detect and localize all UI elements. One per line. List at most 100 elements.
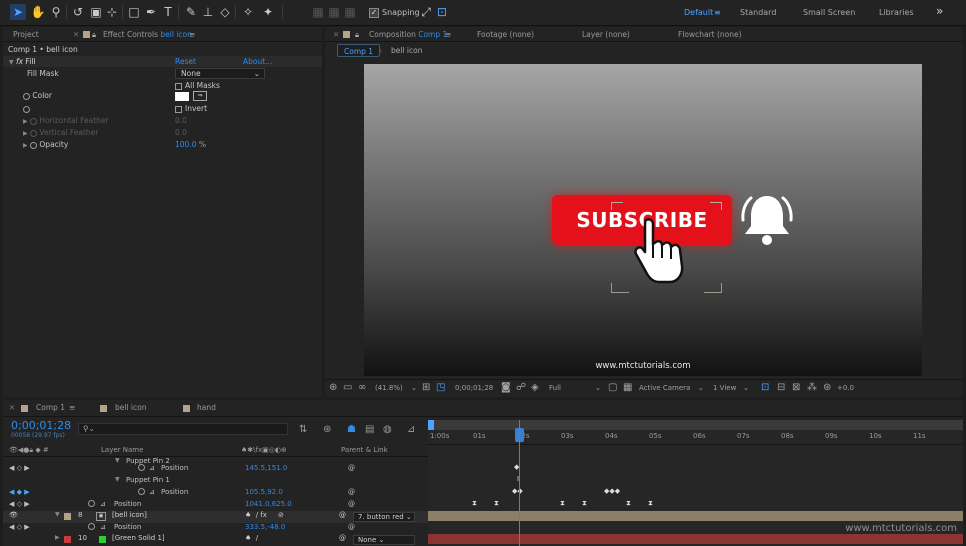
graph-icon[interactable]: ⊿ (100, 500, 106, 508)
mask-visibility-icon[interactable]: ◳ (436, 382, 445, 393)
axis-view-icon[interactable]: ▦ (342, 4, 358, 20)
workspace-overflow-icon[interactable]: » (936, 4, 943, 18)
keyframe-icon[interactable]: ⧗ (494, 499, 499, 508)
region-of-interest-icon[interactable]: ▢ (608, 382, 617, 393)
close-icon[interactable]: ✕ (333, 30, 339, 39)
panel-menu-icon[interactable]: ≡ (189, 30, 195, 39)
label-color-swatch[interactable] (64, 513, 71, 520)
tab-effect-controls[interactable]: Effect Controls bell icon (103, 30, 192, 39)
current-time-display[interactable]: 0;00;01;28 (455, 384, 493, 392)
graph-editor-icon[interactable]: ⊿ (407, 424, 415, 435)
pickwhip-icon[interactable]: @ (339, 534, 346, 542)
close-icon[interactable]: ✕ (73, 30, 79, 39)
position-value[interactable]: 1041.0,625.0 (245, 500, 292, 508)
bell-icon[interactable] (736, 190, 798, 252)
layer-switches-icon[interactable]: ♠ / (245, 534, 258, 542)
about-link[interactable]: About... (243, 57, 272, 66)
always-preview-icon[interactable]: ⊕ (329, 382, 337, 393)
workspace-default[interactable]: Default (684, 8, 713, 17)
toggle-pixel-aspect-icon[interactable]: ⊡ (761, 382, 769, 393)
timeline-search-input[interactable]: ⚲⌄ (78, 423, 288, 435)
eyedropper-icon[interactable]: ⇒ (193, 91, 207, 101)
layer-row[interactable]: ◀ ◇ ▶ ⊿ Position 145.5,151.0 @ (3, 464, 428, 476)
reset-link[interactable]: Reset (175, 57, 196, 66)
stopwatch-icon[interactable] (88, 523, 95, 530)
pickwhip-icon[interactable]: @ (339, 511, 346, 519)
workspace-menu-icon[interactable]: ≡ (714, 8, 721, 17)
camera-tool-icon[interactable]: ▣ (88, 4, 104, 20)
layer-row-bell-icon[interactable]: 👁︎ ▼ 8 ▣ [bell icon] ♠ / fx ⊘ @ 7. butto… (3, 511, 428, 523)
roto-brush-tool-icon[interactable]: ✧ (240, 4, 256, 20)
chevron-down-icon[interactable]: ⌄ (595, 384, 601, 392)
transparency-grid-icon[interactable]: ▦ (623, 382, 632, 393)
tab-footage[interactable]: Footage (none) (477, 30, 534, 39)
label-color-swatch[interactable] (64, 536, 71, 543)
pan-behind-tool-icon[interactable]: ⊹ (104, 4, 120, 20)
chevron-down-icon[interactable]: ⌄ (698, 384, 704, 392)
layer-breadcrumb[interactable]: bell icon (391, 46, 422, 55)
layer-name-header[interactable]: Layer Name (101, 446, 143, 454)
grid-icon[interactable]: ⊞ (422, 382, 430, 393)
lock-icon[interactable]: 🔒︎ (92, 30, 96, 40)
chevron-down-icon[interactable]: ⌄ (411, 384, 417, 392)
keyframe-icon[interactable]: ⧗ (472, 499, 477, 508)
eye-icon[interactable]: 👁︎ (9, 511, 18, 519)
tab-layer[interactable]: Layer (none) (582, 30, 630, 39)
workspace-standard[interactable]: Standard (740, 8, 776, 17)
playhead-line[interactable] (519, 420, 520, 546)
keyframe-icon[interactable]: ◆◆◆ (604, 487, 620, 495)
fill-effect-header[interactable]: ▼ fx Fill (9, 57, 36, 66)
pickwhip-icon[interactable]: @ (348, 500, 355, 508)
fill-mask-dropdown[interactable]: None ⌄ (175, 68, 265, 79)
puppet-pin-tool-icon[interactable]: ✦ (260, 4, 276, 20)
keyframe-nav-icon[interactable]: ◀ ◇ ▶ (9, 523, 30, 531)
type-tool-icon[interactable]: T (160, 4, 176, 20)
panel-menu-icon[interactable]: ≡ (69, 403, 75, 412)
graph-icon[interactable]: ⊿ (100, 523, 106, 531)
comp-breadcrumb-button[interactable]: Comp 1 (337, 44, 381, 57)
pickwhip-icon[interactable]: @ (348, 523, 355, 531)
keyframe-icon[interactable]: ⧗ (648, 499, 653, 508)
timeline-icon[interactable]: ⊠ (792, 382, 800, 393)
stopwatch-icon[interactable] (23, 105, 30, 113)
hand-tool-icon[interactable]: ✋ (30, 4, 46, 20)
keyframe-nav-icon[interactable]: ◀ ◇ ▶ (9, 500, 30, 508)
layer-switches-icon[interactable]: ♠ / fx ⊘ (245, 511, 284, 519)
keyframe-nav-icon[interactable]: ◀ ◇ ▶ (9, 464, 30, 472)
frame-blending-icon[interactable]: ▤ (365, 424, 374, 435)
clone-stamp-tool-icon[interactable]: ⊥ (200, 4, 216, 20)
tab-hand[interactable]: hand (197, 403, 216, 412)
layer-duration-bar[interactable] (428, 534, 963, 544)
keyframe-icon[interactable]: ⧗ (626, 499, 631, 508)
fast-previews-icon[interactable]: ⊟ (777, 382, 785, 393)
parent-link-header[interactable]: Parent & Link (341, 446, 388, 454)
layer-name[interactable]: [bell icon] (112, 511, 147, 519)
axis-local-icon[interactable]: ▦ (310, 4, 326, 20)
vertical-feather-value[interactable]: 0.0 (175, 128, 187, 137)
tab-bell-icon[interactable]: bell icon (115, 403, 146, 412)
graph-icon[interactable]: ⊿ (149, 464, 155, 472)
lock-icon[interactable]: 🔒︎ (355, 30, 359, 40)
camera-view-dropdown[interactable]: Active Camera (639, 384, 690, 392)
comp-mini-flowchart-icon[interactable]: ⇅ (299, 424, 307, 435)
opacity-value[interactable]: 100.0 % (175, 140, 206, 149)
fx-icon[interactable]: fx (16, 57, 23, 66)
tab-comp-1[interactable]: Comp 1 (36, 403, 65, 412)
snapping-checkbox[interactable]: ✓ (369, 8, 379, 18)
graph-icon[interactable]: ⊿ (149, 488, 155, 496)
brush-tool-icon[interactable]: ✎ (183, 4, 199, 20)
motion-blur-icon[interactable]: ◍ (383, 424, 392, 435)
view-layout-dropdown[interactable]: 1 View (713, 384, 736, 392)
layer-duration-bar[interactable] (428, 511, 963, 521)
chevron-down-icon[interactable]: ⌄ (743, 384, 749, 392)
stopwatch-icon[interactable] (138, 488, 145, 495)
exposure-value[interactable]: +0.0 (837, 384, 854, 392)
work-area-start-handle[interactable] (428, 420, 434, 430)
vr-goggles-icon[interactable]: ∞ (358, 382, 366, 393)
color-swatch[interactable] (175, 92, 189, 101)
draft-3d-icon[interactable]: ⊛ (323, 424, 331, 435)
color-channel-icon[interactable]: ◈ (531, 382, 539, 393)
layer-row[interactable]: ▼ Puppet Pin 1 (3, 476, 428, 488)
rectangle-tool-icon[interactable]: □ (126, 4, 142, 20)
pickwhip-icon[interactable]: @ (348, 464, 355, 472)
